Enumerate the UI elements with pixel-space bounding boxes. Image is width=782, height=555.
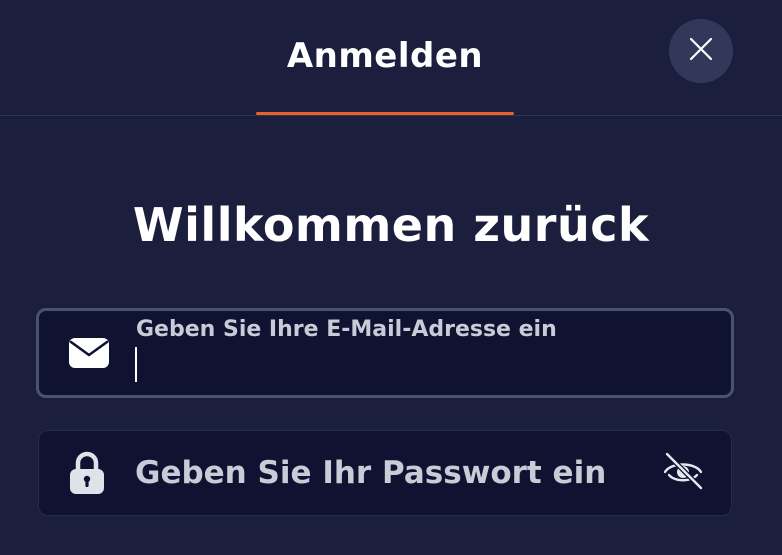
- password-input[interactable]: [135, 451, 635, 495]
- text-cursor: [135, 347, 137, 382]
- login-modal: Anmelden Willkommen zurück Geben Sie Ihr…: [0, 0, 782, 555]
- email-input[interactable]: [136, 347, 696, 383]
- email-field[interactable]: Geben Sie Ihre E-Mail-Adresse ein: [36, 308, 734, 398]
- eye-slash-icon[interactable]: [661, 451, 705, 491]
- tab-login-label: Anmelden: [286, 35, 484, 76]
- welcome-heading: Willkommen zurück: [132, 198, 650, 252]
- lock-icon: [67, 451, 107, 495]
- close-button[interactable]: [669, 19, 733, 83]
- envelope-icon: [67, 336, 111, 370]
- tab-login[interactable]: Anmelden: [256, 0, 514, 115]
- email-label: Geben Sie Ihre E-Mail-Adresse ein: [136, 317, 557, 342]
- modal-header: Anmelden: [0, 0, 782, 116]
- close-icon: [689, 37, 713, 65]
- password-field[interactable]: [38, 430, 732, 516]
- active-tab-indicator: [256, 112, 514, 115]
